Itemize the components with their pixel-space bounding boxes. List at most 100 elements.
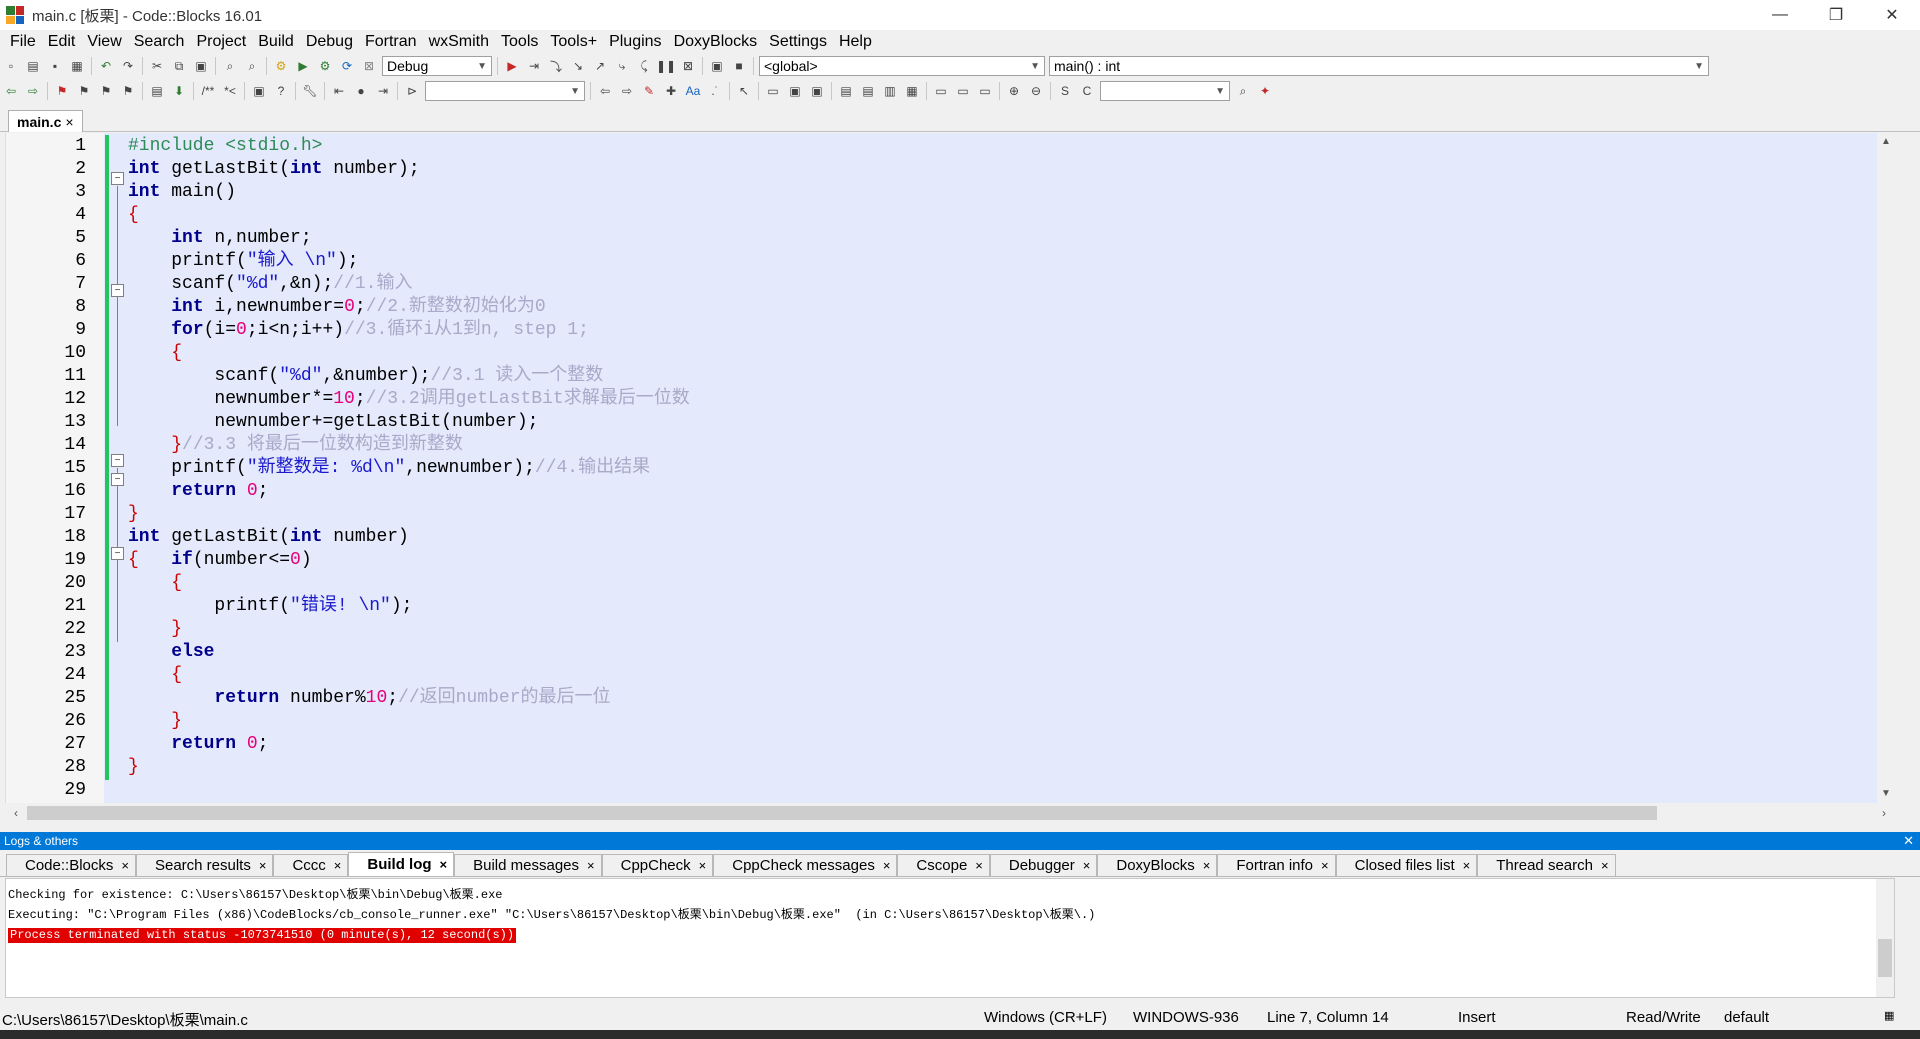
menu-help[interactable]: Help bbox=[833, 33, 878, 51]
replace-icon[interactable]: ⌕ bbox=[243, 57, 261, 75]
insert-icon[interactable]: ✚ bbox=[662, 82, 680, 100]
scroll-down-icon[interactable]: ▼ bbox=[1877, 785, 1895, 803]
match-brace-icon[interactable]: ▤ bbox=[148, 82, 166, 100]
minimize-button[interactable]: — bbox=[1752, 0, 1808, 30]
tab-cppcheck[interactable]: CppCheck × bbox=[601, 854, 714, 876]
debug-info-icon[interactable]: ■ bbox=[730, 57, 748, 75]
tab-code-blocks[interactable]: Code::Blocks × bbox=[6, 854, 136, 876]
forward-arrow-icon[interactable]: ⇨ bbox=[24, 82, 42, 100]
tab-cccc[interactable]: Cccc × bbox=[273, 854, 349, 876]
menu-debug[interactable]: Debug bbox=[300, 33, 359, 51]
spacer3-icon[interactable]: ▭ bbox=[976, 82, 994, 100]
arrow-left-icon[interactable]: ⇦ bbox=[596, 82, 614, 100]
search-icon[interactable]: ⌕ bbox=[1234, 82, 1252, 100]
comment-block-icon[interactable]: /** bbox=[199, 82, 217, 100]
tab-fortran-info[interactable]: Fortran info × bbox=[1217, 854, 1336, 876]
thread-search-input[interactable]: ▼ bbox=[425, 81, 585, 101]
scrollbar-thumb[interactable] bbox=[27, 806, 1657, 820]
thread-search-icon[interactable]: ⊳ bbox=[403, 82, 421, 100]
dot-icon[interactable]: .˙ bbox=[706, 82, 724, 100]
tab-closed-files-list[interactable]: Closed files list × bbox=[1335, 854, 1478, 876]
bookmark-toggle-icon[interactable]: ⚑ bbox=[53, 82, 71, 100]
pencil-icon[interactable]: ✎ bbox=[640, 82, 658, 100]
spacer2-icon[interactable]: ▭ bbox=[954, 82, 972, 100]
flex-sizer-icon[interactable]: ▦ bbox=[903, 82, 921, 100]
tab-search-results[interactable]: Search results × bbox=[135, 854, 274, 876]
step-out-icon[interactable]: ↗ bbox=[591, 57, 609, 75]
symbol-search-input[interactable]: ▼ bbox=[1100, 81, 1230, 101]
undo-icon[interactable]: ↶ bbox=[97, 57, 115, 75]
grid-sizer-icon[interactable]: ▥ bbox=[881, 82, 899, 100]
tab-cscope[interactable]: Cscope × bbox=[897, 854, 990, 876]
menu-file[interactable]: File bbox=[4, 33, 42, 51]
build-and-run-icon[interactable]: ⚙ bbox=[316, 57, 334, 75]
menu-search[interactable]: Search bbox=[128, 33, 191, 51]
build-gear-icon[interactable]: ⚙ bbox=[272, 57, 290, 75]
menu-doxyblocks[interactable]: DoxyBlocks bbox=[668, 33, 764, 51]
doxywizard-icon[interactable]: ▣ bbox=[250, 82, 268, 100]
next-instruction-icon[interactable]: ⤷ bbox=[613, 57, 631, 75]
restore-button[interactable]: ❐ bbox=[1808, 0, 1864, 30]
logs-vertical-scrollbar[interactable] bbox=[1876, 879, 1894, 997]
spacer-icon[interactable]: ▭ bbox=[932, 82, 950, 100]
jump-back-icon[interactable]: ⇤ bbox=[330, 82, 348, 100]
close-tab-icon[interactable]: × bbox=[121, 858, 129, 873]
build-target-select[interactable]: Debug ▼ bbox=[382, 56, 492, 76]
menu-tools[interactable]: Tools bbox=[495, 33, 544, 51]
frame-icon[interactable]: ▭ bbox=[764, 82, 782, 100]
close-tab-icon[interactable]: × bbox=[587, 858, 595, 873]
tab-build-log[interactable]: Build log × bbox=[348, 852, 455, 876]
tab-debugger[interactable]: Debugger × bbox=[989, 854, 1098, 876]
close-tab-icon[interactable]: × bbox=[440, 857, 448, 872]
static-box-icon[interactable]: ▤ bbox=[859, 82, 877, 100]
jump-dot-icon[interactable]: ● bbox=[352, 82, 370, 100]
rebuild-icon[interactable]: ⟳ bbox=[338, 57, 356, 75]
tab-thread-search[interactable]: Thread search × bbox=[1477, 854, 1616, 876]
close-tab-icon[interactable]: × bbox=[1203, 858, 1211, 873]
bookmark-next-icon[interactable]: ⚑ bbox=[97, 82, 115, 100]
menu-wxsmith[interactable]: wxSmith bbox=[423, 33, 495, 51]
arrow-right-icon[interactable]: ⇨ bbox=[618, 82, 636, 100]
step-into-icon[interactable]: ↘ bbox=[569, 57, 587, 75]
symbol-c-icon[interactable]: C bbox=[1078, 82, 1096, 100]
close-tab-icon[interactable]: × bbox=[1321, 858, 1329, 873]
dialog-icon[interactable]: ▣ bbox=[808, 82, 826, 100]
run-to-cursor-icon[interactable]: ⇥ bbox=[525, 57, 543, 75]
close-tab-icon[interactable]: × bbox=[1083, 858, 1091, 873]
back-arrow-icon[interactable]: ⇦ bbox=[2, 82, 20, 100]
scroll-up-icon[interactable]: ▲ bbox=[1877, 133, 1895, 151]
tab-main-c[interactable]: main.c × bbox=[8, 110, 83, 132]
scope-select[interactable]: <global> ▼ bbox=[759, 56, 1045, 76]
symbol-s-icon[interactable]: S bbox=[1056, 82, 1074, 100]
tab-cppcheck-messages[interactable]: CppCheck messages × bbox=[713, 854, 898, 876]
close-tab-icon[interactable]: × bbox=[1463, 858, 1471, 873]
fold-toggle[interactable]: − bbox=[111, 454, 124, 467]
abort-icon[interactable]: ⊠ bbox=[360, 57, 378, 75]
cut-icon[interactable]: ✂ bbox=[148, 57, 166, 75]
spell-icon[interactable]: Aa bbox=[684, 82, 702, 100]
help-icon[interactable]: ? bbox=[272, 82, 290, 100]
menu-view[interactable]: View bbox=[81, 33, 127, 51]
close-tab-icon[interactable]: × bbox=[259, 858, 267, 873]
wrench-icon[interactable]: 🔧︎ bbox=[301, 82, 319, 100]
jump-forward-icon[interactable]: ⇥ bbox=[374, 82, 392, 100]
copy-icon[interactable]: ⧉ bbox=[170, 57, 188, 75]
scrollbar-thumb[interactable] bbox=[1878, 939, 1892, 977]
bookmark-clear-icon[interactable]: ⚑ bbox=[119, 82, 137, 100]
function-select[interactable]: main() : int ▼ bbox=[1049, 56, 1709, 76]
close-tab-icon[interactable]: × bbox=[883, 858, 891, 873]
redo-icon[interactable]: ↷ bbox=[119, 57, 137, 75]
menu-build[interactable]: Build bbox=[252, 33, 300, 51]
bookmark-prev-icon[interactable]: ⚑ bbox=[75, 82, 93, 100]
menu-edit[interactable]: Edit bbox=[42, 33, 82, 51]
close-tab-icon[interactable]: × bbox=[334, 858, 342, 873]
stop-debug-icon[interactable]: ⊠ bbox=[679, 57, 697, 75]
close-tab-icon[interactable]: × bbox=[975, 858, 983, 873]
menu-settings[interactable]: Settings bbox=[763, 33, 833, 51]
debug-windows-icon[interactable]: ▣ bbox=[708, 57, 726, 75]
close-panel-icon[interactable]: ✕ bbox=[1903, 833, 1914, 849]
fold-toggle[interactable]: − bbox=[111, 473, 124, 486]
close-tab-icon[interactable]: × bbox=[65, 114, 73, 130]
menu-tools-plus[interactable]: Tools+ bbox=[544, 33, 603, 51]
settings-wrench-icon[interactable]: ✦ bbox=[1256, 82, 1274, 100]
